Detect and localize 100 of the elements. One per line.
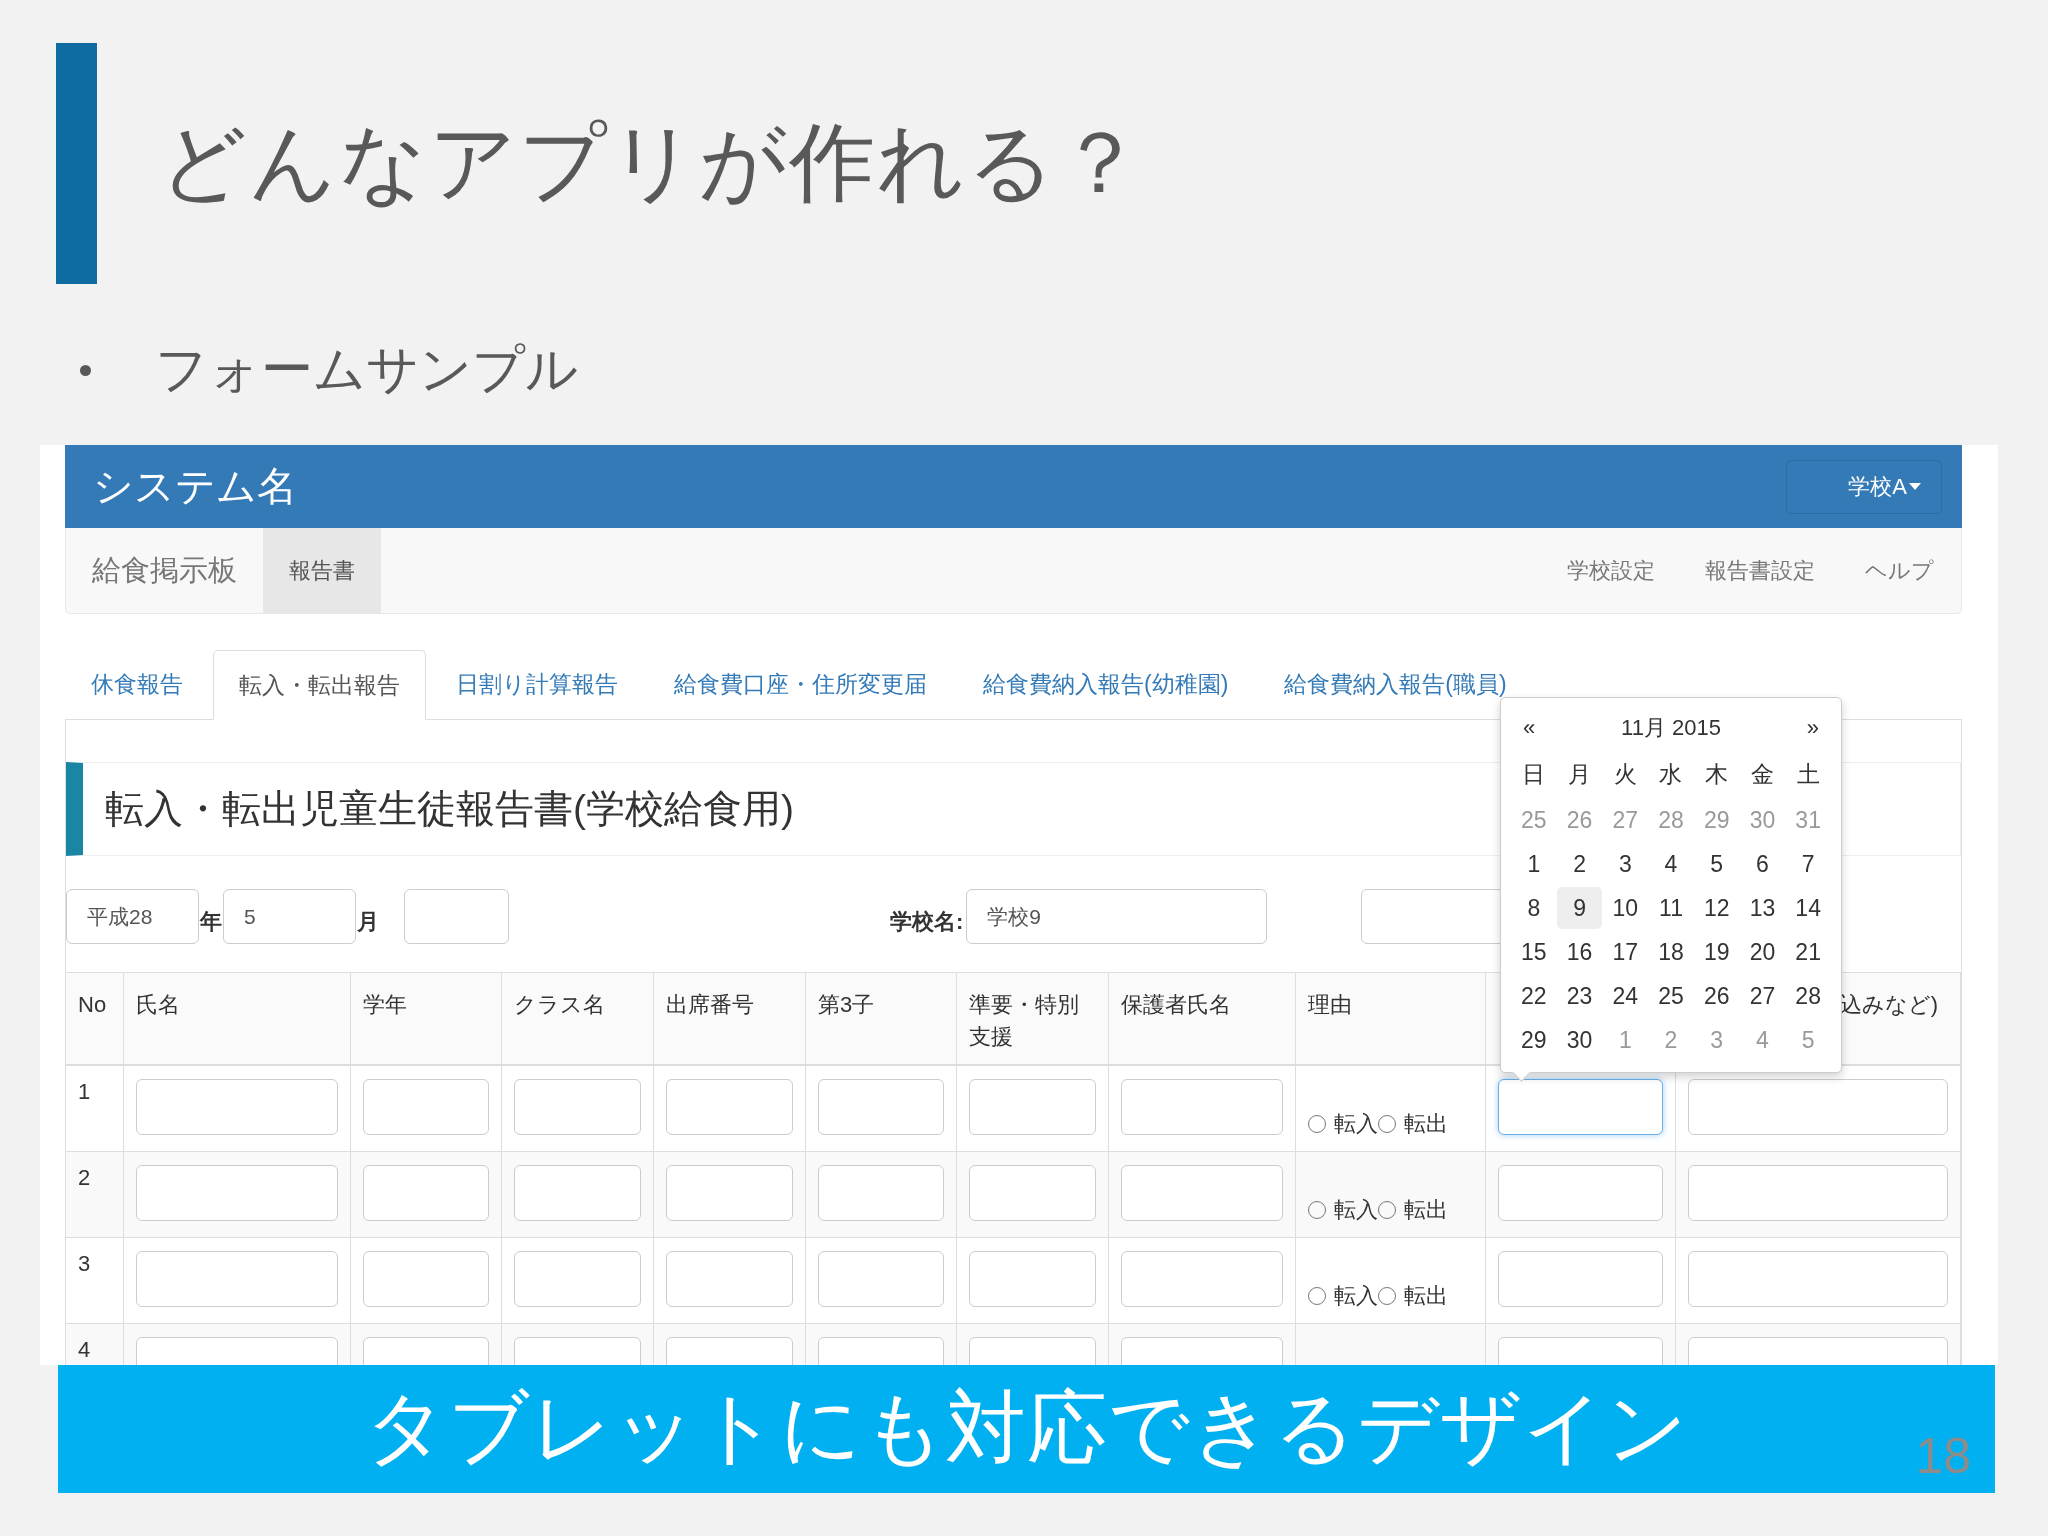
input-field[interactable] [969, 1251, 1096, 1307]
calendar-day[interactable]: 30 [1556, 1019, 1603, 1061]
nav-link[interactable]: 報告書設定 [1680, 528, 1840, 613]
calendar-day[interactable]: 27 [1739, 975, 1786, 1017]
calendar-day[interactable]: 13 [1739, 887, 1786, 929]
row-number: 1 [78, 1079, 91, 1105]
input-field[interactable] [363, 1251, 489, 1307]
input-field[interactable] [514, 1251, 641, 1307]
calendar-day[interactable]: 5 [1693, 843, 1740, 885]
input-field[interactable] [514, 1079, 641, 1135]
input-field[interactable] [363, 1165, 489, 1221]
weekday-label: 水 [1658, 759, 1684, 789]
input-field[interactable] [666, 1251, 793, 1307]
nav-link[interactable]: 給食掲示板 [66, 528, 263, 613]
calendar-day[interactable]: 22 [1511, 975, 1557, 1017]
tab[interactable]: 日割り計算報告 [430, 649, 644, 719]
tab[interactable]: 休食報告 [65, 649, 209, 719]
calendar-day[interactable]: 8 [1511, 887, 1557, 929]
input-field[interactable] [666, 1165, 793, 1221]
input-field[interactable] [136, 1079, 338, 1135]
input-field[interactable] [1121, 1251, 1283, 1307]
calendar-day[interactable]: 16 [1556, 931, 1603, 973]
tab[interactable]: 給食費口座・住所変更届 [648, 649, 953, 719]
calendar-day[interactable]: 19 [1693, 931, 1740, 973]
calendar-day[interactable]: 23 [1556, 975, 1603, 1017]
bullet-icon [80, 364, 91, 376]
slide-title: どんなアプリが作れる？ [159, 113, 1145, 212]
calendar-day[interactable]: 15 [1511, 931, 1557, 973]
calendar-day[interactable]: 28 [1785, 975, 1831, 1017]
calendar-day[interactable]: 17 [1602, 931, 1649, 973]
input-field[interactable] [818, 1165, 944, 1221]
school-dropdown[interactable]: 学校A [1786, 459, 1942, 514]
input-field[interactable] [1121, 1165, 1283, 1221]
input-field[interactable] [818, 1251, 944, 1307]
row-number: 2 [78, 1165, 91, 1191]
radio-option[interactable]: 転入 [1308, 1195, 1378, 1225]
radio-option[interactable]: 転出 [1378, 1195, 1448, 1225]
era-year-field[interactable]: 平成28 [66, 889, 199, 944]
column-header: クラス名 [502, 973, 654, 1066]
calendar-day[interactable]: 3 [1602, 843, 1649, 885]
weekday-label: 金 [1749, 759, 1775, 789]
input-field[interactable] [136, 1165, 338, 1221]
column-header: 準要・特別支援 [957, 973, 1109, 1066]
input-field[interactable] [363, 1079, 489, 1135]
tab[interactable]: 転入・転出報告 [213, 650, 426, 720]
year-label: 年 [199, 907, 223, 936]
weekday-label: 木 [1704, 759, 1730, 789]
month-label: 月 [356, 907, 380, 936]
input-field[interactable] [818, 1079, 944, 1135]
radio-option[interactable]: 転入 [1308, 1281, 1378, 1311]
date-field[interactable] [1498, 1165, 1663, 1221]
input-field[interactable] [969, 1079, 1096, 1135]
radio-option[interactable]: 転出 [1378, 1109, 1448, 1139]
row-number: 3 [78, 1251, 91, 1277]
calendar-day[interactable]: 18 [1648, 931, 1694, 973]
input-field[interactable] [136, 1251, 338, 1307]
month-title[interactable]: 11月 2015 [1609, 713, 1733, 743]
day-field[interactable] [404, 889, 509, 944]
weekday-label: 火 [1612, 759, 1638, 789]
calendar-day[interactable]: 7 [1785, 843, 1831, 885]
next-month-button[interactable]: » [1794, 715, 1831, 741]
tab[interactable]: 給食費納入報告(幼稚園) [957, 649, 1255, 719]
calendar-day[interactable]: 21 [1785, 931, 1831, 973]
calendar-day[interactable]: 12 [1693, 887, 1740, 929]
weekday-label: 月 [1567, 759, 1593, 789]
calendar-day[interactable]: 14 [1785, 887, 1831, 929]
calendar-day[interactable]: 11 [1648, 887, 1694, 929]
column-header: 氏名 [124, 973, 351, 1066]
calendar-day[interactable]: 2 [1556, 843, 1603, 885]
date-field[interactable] [1498, 1251, 1663, 1307]
radio-option[interactable]: 転出 [1378, 1281, 1448, 1311]
radio-option[interactable]: 転入 [1308, 1109, 1378, 1139]
nav-link[interactable]: 学校設定 [1542, 528, 1680, 613]
calendar-day[interactable]: 24 [1602, 975, 1649, 1017]
nav-link[interactable]: 報告書 [263, 528, 381, 613]
month-field[interactable]: 5 [223, 889, 356, 944]
calendar-day[interactable]: 29 [1511, 1019, 1557, 1061]
input-field[interactable] [1121, 1079, 1283, 1135]
column-header: 出席番号 [654, 973, 806, 1066]
calendar-day[interactable]: 20 [1739, 931, 1786, 973]
date-field[interactable] [1498, 1079, 1663, 1135]
input-field[interactable] [1688, 1251, 1948, 1307]
brand-title: システム名 [93, 463, 297, 510]
page-number: 18 [1915, 1427, 1971, 1485]
input-field[interactable] [514, 1165, 641, 1221]
caret-icon [1909, 483, 1921, 490]
calendar-day[interactable]: 10 [1602, 887, 1649, 929]
caption-text: タブレットにも対応できるデザイン [364, 1382, 1689, 1474]
nav-link[interactable]: ヘルプ [1840, 528, 1959, 613]
input-field[interactable] [1688, 1165, 1948, 1221]
calendar-day[interactable]: 4 [1648, 843, 1694, 885]
input-field[interactable] [969, 1165, 1096, 1221]
school-field[interactable]: 学校9 [966, 889, 1268, 944]
calendar-day[interactable]: 6 [1739, 843, 1786, 885]
calendar-day[interactable]: 9 [1556, 887, 1603, 929]
weekday-label: 土 [1795, 759, 1821, 789]
input-field[interactable] [1688, 1079, 1948, 1135]
calendar-day[interactable]: 26 [1693, 975, 1740, 1017]
calendar-day[interactable]: 1 [1511, 843, 1557, 885]
input-field[interactable] [666, 1079, 793, 1135]
